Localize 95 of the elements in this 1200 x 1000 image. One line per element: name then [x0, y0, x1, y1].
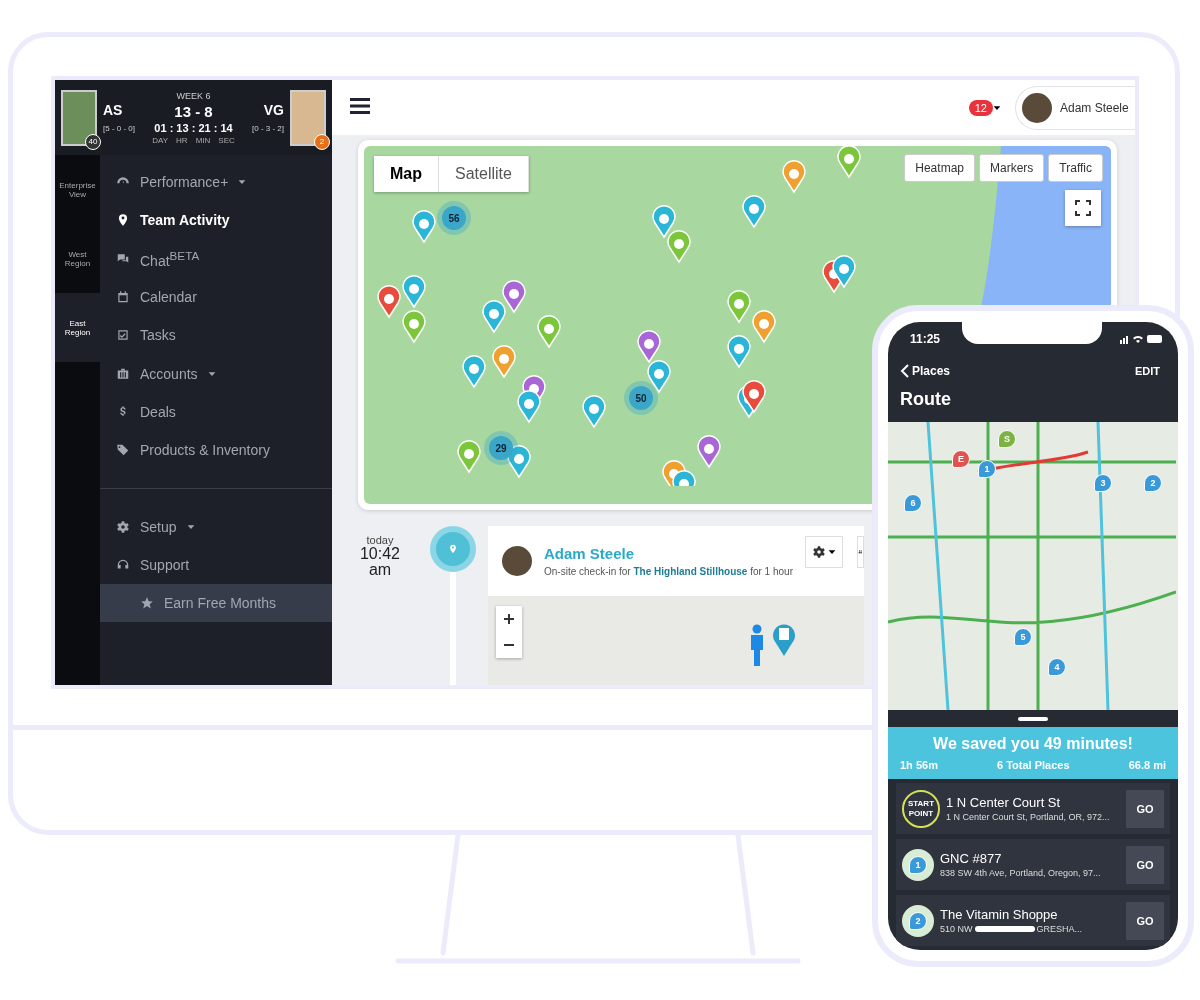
stop-row[interactable]: 2 The Vitamin Shoppe 510 NW GRESHA... GO — [896, 895, 1170, 946]
status-icons — [1120, 334, 1164, 345]
stop-address: 838 SW 4th Ave, Portland, Oregon, 97... — [940, 868, 1102, 878]
countdown-unit: HR — [176, 135, 188, 145]
nav-item[interactable]: Accounts — [100, 354, 332, 393]
route-map[interactable]: S E 1 3 2 6 5 4 — [888, 422, 1178, 710]
chevron-left-icon — [900, 363, 910, 378]
headset-icon — [116, 557, 130, 572]
cluster-marker[interactable]: 29 — [489, 436, 513, 460]
go-button[interactable]: GO — [1126, 789, 1164, 828]
stop-badge: 2 — [902, 904, 934, 937]
route-pin[interactable]: E — [952, 450, 970, 468]
level-badge: 40 — [85, 133, 101, 150]
avatar — [502, 546, 532, 576]
countdown-unit: DAY — [152, 135, 169, 145]
map-type-tab[interactable]: Satellite — [439, 156, 529, 192]
score: 13 - 8 — [174, 102, 213, 120]
stop-address: 1 N Center Court St, Portland, OR, 972... — [946, 812, 1111, 822]
cluster-marker[interactable]: 50 — [629, 386, 653, 410]
caret-icon — [186, 522, 195, 531]
start-badge: START POINT — [902, 789, 940, 828]
settings-button[interactable] — [805, 536, 843, 568]
notification-badge[interactable]: 12 — [968, 99, 993, 116]
stop-badge: 1 — [902, 848, 934, 881]
caret-icon — [207, 369, 216, 378]
countdown: 01 : 13 : 21 : 14 — [154, 121, 233, 134]
nav-item[interactable]: Deals — [100, 392, 332, 432]
location-pin-icon — [772, 622, 796, 656]
route-stat: 1h 56m — [900, 759, 938, 771]
team-initials: VG — [263, 102, 284, 118]
stop-name: 1 N Center Court St — [946, 795, 1062, 810]
stop-row[interactable]: 1 GNC #877 838 SW 4th Ave, Portland, Oregon, 97... GO — [896, 839, 1170, 890]
menu-button[interactable] — [350, 98, 370, 117]
map-type-tab[interactable]: Map — [374, 156, 439, 192]
nav-item[interactable]: Chat$^{BETA}$ — [100, 239, 332, 278]
time-label: 10:42 — [359, 546, 400, 562]
location-pin-icon — [116, 213, 130, 228]
status-time: 11:25 — [910, 332, 941, 347]
stop-address: GRESHA... — [1036, 924, 1083, 934]
settings-icon — [116, 519, 130, 534]
time-label: am — [368, 562, 392, 578]
week-label: WEEK 6 — [176, 90, 211, 101]
nav-item[interactable]: Calendar — [100, 277, 332, 317]
tags-icon — [116, 443, 130, 458]
zoom-out-button[interactable] — [496, 632, 522, 658]
drag-handle[interactable] — [1018, 716, 1048, 721]
layer-button[interactable]: Markers — [979, 154, 1045, 182]
day-label: today — [366, 534, 394, 546]
nav-item[interactable]: Products & Inventory — [100, 431, 332, 470]
go-button[interactable]: GO — [1126, 901, 1164, 940]
route-stat: 66.8 mi — [1128, 759, 1166, 771]
nav-item[interactable]: Team Activity — [100, 201, 332, 240]
nav-item[interactable]: Setup — [100, 507, 332, 546]
stop-row[interactable]: START POINT 1 N Center Court St 1 N Center Court St, Portland, OR, 972... GO — [896, 783, 1170, 834]
layer-button[interactable]: Heatmap — [904, 154, 975, 182]
nav-item[interactable]: Performance+ — [100, 163, 332, 202]
region-tab[interactable]: East Region — [55, 293, 100, 362]
go-button[interactable]: GO — [1126, 845, 1164, 884]
layer-button[interactable]: Traffic — [1048, 154, 1103, 182]
nav-item[interactable]: Tasks — [100, 316, 332, 355]
fullscreen-button[interactable] — [1065, 190, 1101, 226]
region-tab[interactable]: West Region — [55, 224, 100, 293]
checkbox-icon — [116, 328, 130, 343]
countdown-unit: MIN — [195, 135, 211, 145]
team-record: [5 - 0 - 0] — [103, 124, 135, 133]
team-record: [0 - 3 - 2] — [252, 124, 284, 133]
zoom-in-button[interactable] — [496, 606, 522, 632]
fullscreen-icon — [1075, 200, 1091, 216]
route-stat: 6 Total Places — [997, 759, 1070, 771]
fire-badge: 2 — [314, 133, 330, 150]
calendar-icon — [116, 290, 130, 305]
plus-icon — [504, 614, 514, 624]
back-button[interactable]: Places — [894, 362, 957, 379]
avatar — [1022, 92, 1052, 123]
activity-text: On-site check-in for The Highland Stillhouse for 1 hour — [544, 566, 793, 577]
redaction-mark — [974, 926, 1035, 932]
stop-address: 510 NW — [940, 924, 973, 934]
caret-icon — [828, 548, 836, 556]
nav-item[interactable]: Earn Free Months — [100, 583, 332, 623]
star-icon — [140, 596, 154, 611]
settings-icon — [812, 545, 826, 559]
banner-title: We saved you 49 minutes! — [932, 735, 1134, 753]
countdown-unit: SEC — [218, 135, 235, 145]
users-button[interactable] — [857, 536, 864, 568]
nav-item[interactable]: Support — [100, 545, 332, 584]
briefcase-icon — [116, 366, 130, 381]
location-pin-icon — [448, 542, 458, 556]
stop-name: GNC #877 — [940, 851, 1003, 866]
edit-button[interactable]: EDIT — [1128, 363, 1166, 378]
team-initials: AS — [103, 102, 123, 118]
cluster-marker[interactable]: 56 — [442, 206, 466, 230]
stop-name: The Vitamin Shoppe — [940, 907, 1059, 922]
person-icon — [750, 624, 764, 666]
screen-title: Route — [899, 388, 952, 412]
region-tab[interactable]: Enterprise View — [55, 155, 100, 224]
